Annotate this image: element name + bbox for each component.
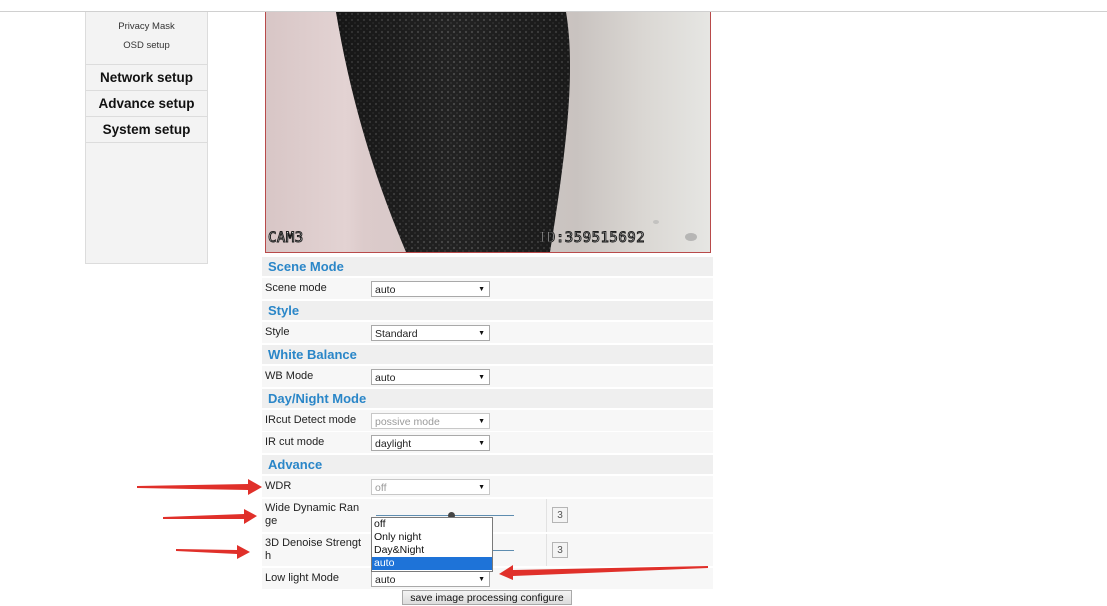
- annotation-arrow-icon: [499, 565, 708, 580]
- dropdown-option-auto[interactable]: auto: [372, 557, 492, 570]
- annotation-arrow-icon: [163, 509, 257, 524]
- low-light-mode-dropdown-list: off Only night Day&Night auto: [371, 517, 493, 572]
- annotation-arrow-icon: [176, 545, 250, 559]
- annotation-arrows: [137, 479, 708, 580]
- dropdown-option-day-night[interactable]: Day&Night: [372, 544, 492, 557]
- annotation-arrow-icon: [137, 479, 262, 495]
- dropdown-option-off[interactable]: off: [372, 518, 492, 531]
- dropdown-option-only-night[interactable]: Only night: [372, 531, 492, 544]
